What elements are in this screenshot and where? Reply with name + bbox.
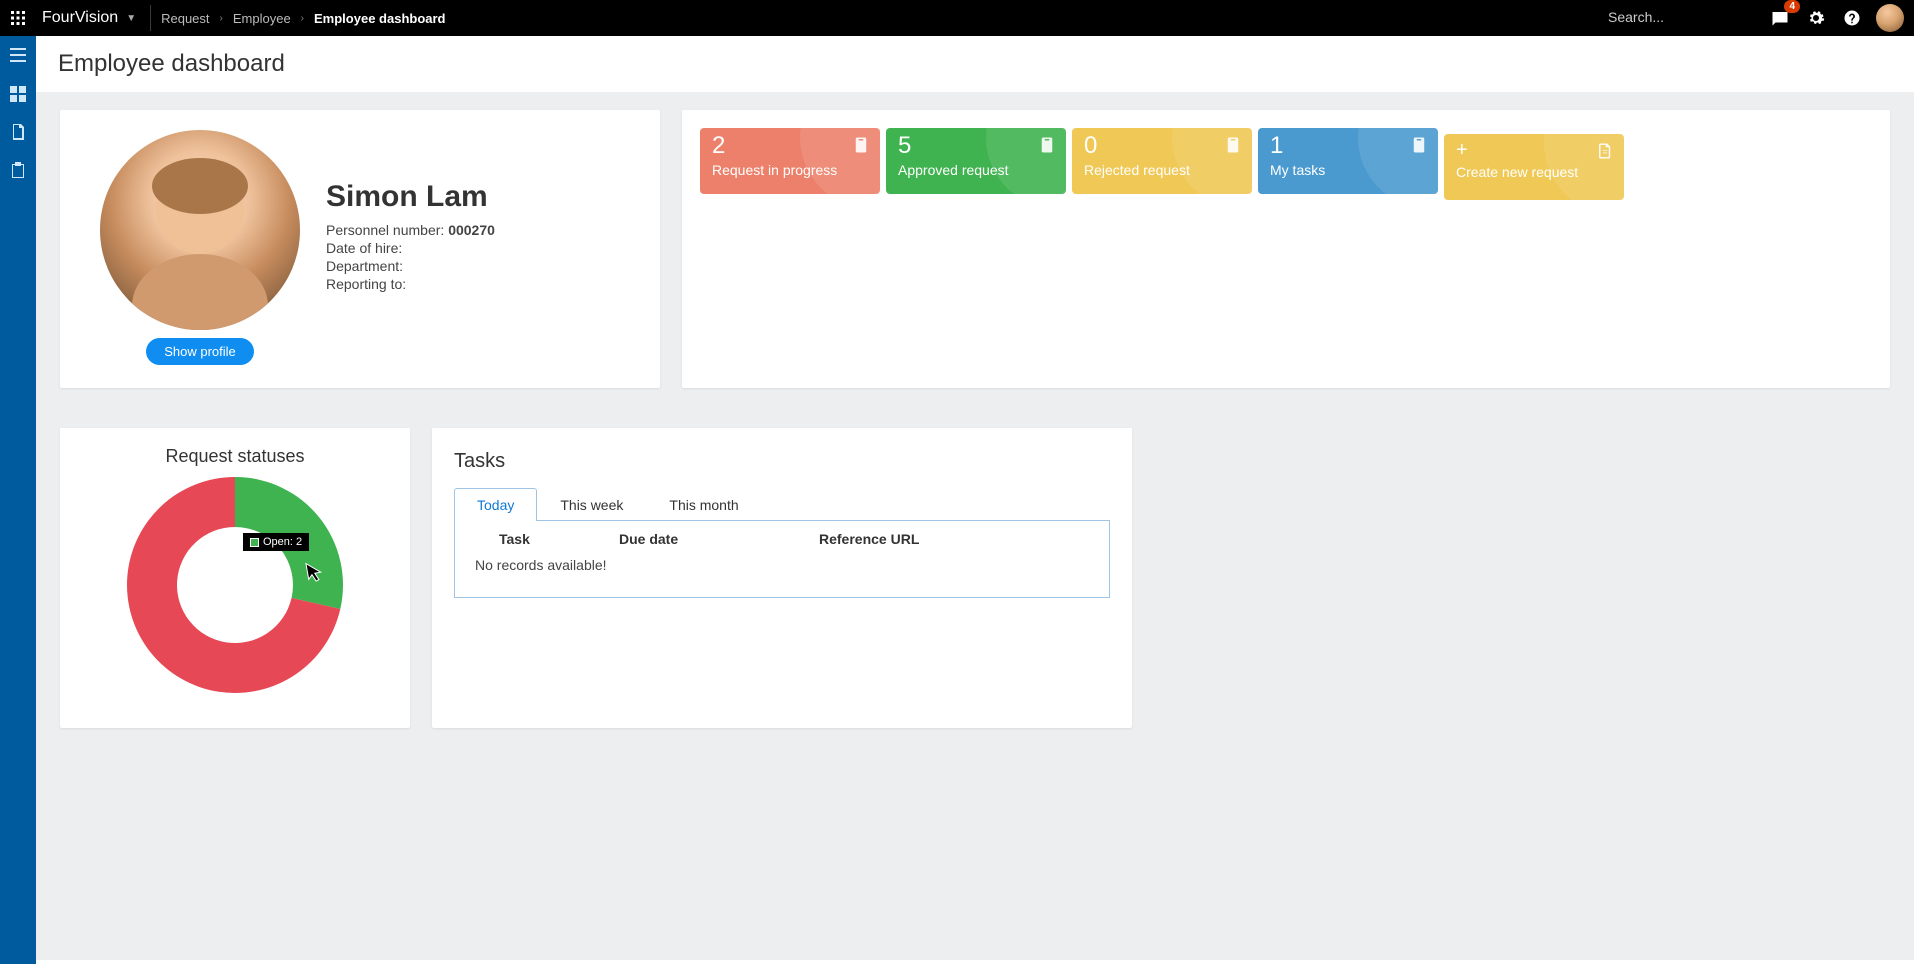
legend-color-box xyxy=(250,538,259,547)
tile-number: 0 xyxy=(1084,134,1240,158)
tab-this-month[interactable]: This month xyxy=(646,488,761,521)
tile-number: 1 xyxy=(1270,134,1426,158)
profile-card: Show profile Simon Lam Personnel number:… xyxy=(60,110,660,388)
document-icon xyxy=(1596,142,1614,160)
tasks-title: Tasks xyxy=(454,450,1110,473)
app-launcher-icon[interactable] xyxy=(0,0,36,36)
tile-label: My tasks xyxy=(1270,162,1426,178)
donut-chart[interactable]: Open: 2 xyxy=(125,475,345,695)
tile-request-in-progress[interactable]: 2 Request in progress xyxy=(700,128,880,194)
tasks-table: Task Due date Reference URL No records a… xyxy=(454,521,1110,598)
tile-rejected-request[interactable]: 0 Rejected request xyxy=(1072,128,1252,194)
clipboard-icon xyxy=(1410,136,1428,154)
reporting-to-field: Reporting to: xyxy=(326,276,495,292)
profile-photo xyxy=(100,130,300,330)
messages-icon[interactable]: 4 xyxy=(1768,6,1792,30)
chart-card: Request statuses Open: 2 xyxy=(60,428,410,728)
tile-label: Request in progress xyxy=(712,162,868,178)
breadcrumb: Request › Employee › Employee dashboard xyxy=(161,11,445,26)
tile-my-tasks[interactable]: 1 My tasks xyxy=(1258,128,1438,194)
top-bar: FourVision ▼ Request › Employee › Employ… xyxy=(0,0,1914,36)
clipboard-icon[interactable] xyxy=(8,160,28,180)
tile-label: Approved request xyxy=(898,162,1054,178)
tile-label: Create new request xyxy=(1456,164,1612,180)
side-nav xyxy=(0,36,36,964)
clipboard-icon xyxy=(1038,136,1056,154)
tab-this-week[interactable]: This week xyxy=(537,488,646,521)
search-input[interactable] xyxy=(1608,9,1758,25)
tile-number: 2 xyxy=(712,134,868,158)
search-box[interactable] xyxy=(1608,9,1758,27)
chevron-right-icon: › xyxy=(220,13,223,24)
chevron-down-icon: ▼ xyxy=(126,13,136,24)
notification-badge: 4 xyxy=(1784,0,1800,13)
tab-today[interactable]: Today xyxy=(454,488,537,521)
hamburger-icon[interactable] xyxy=(8,46,28,66)
show-profile-button[interactable]: Show profile xyxy=(146,338,254,365)
plus-icon: + xyxy=(1456,140,1612,160)
tasks-table-header: Task Due date Reference URL xyxy=(455,521,1109,553)
tile-number: 5 xyxy=(898,134,1054,158)
help-icon[interactable] xyxy=(1840,6,1864,30)
brand-label: FourVision xyxy=(42,9,118,27)
user-avatar[interactable] xyxy=(1876,4,1904,32)
personnel-number-field: Personnel number: 000270 xyxy=(326,222,495,238)
divider xyxy=(150,5,151,31)
tile-label: Rejected request xyxy=(1084,162,1240,178)
tile-create-new-request[interactable]: + Create new request xyxy=(1444,134,1624,200)
chevron-right-icon: › xyxy=(301,13,304,24)
page-title: Employee dashboard xyxy=(36,36,1914,92)
dashboard-icon[interactable] xyxy=(8,84,28,104)
chart-title: Request statuses xyxy=(76,446,394,467)
column-due-date: Due date xyxy=(619,531,819,547)
date-of-hire-field: Date of hire: xyxy=(326,240,495,256)
main-content: Employee dashboard Show profile Simon La… xyxy=(36,36,1914,964)
gear-icon[interactable] xyxy=(1804,6,1828,30)
breadcrumb-request[interactable]: Request xyxy=(161,11,209,26)
breadcrumb-employee[interactable]: Employee xyxy=(233,11,291,26)
brand-selector[interactable]: FourVision ▼ xyxy=(36,9,150,27)
department-field: Department: xyxy=(326,258,495,274)
tiles-card: 2 Request in progress 5 Approved request 0 Re… xyxy=(682,110,1890,388)
column-reference-url: Reference URL xyxy=(819,531,1089,547)
tile-approved-request[interactable]: 5 Approved request xyxy=(886,128,1066,194)
tasks-card: Tasks TodayThis weekThis month Task Due … xyxy=(432,428,1132,728)
tasks-tabs: TodayThis weekThis month xyxy=(454,487,1110,521)
chart-tooltip: Open: 2 xyxy=(243,533,309,551)
tooltip-text: Open: 2 xyxy=(263,536,302,548)
clipboard-icon xyxy=(852,136,870,154)
tasks-empty-message: No records available! xyxy=(455,553,1109,597)
clipboard-icon xyxy=(1224,136,1242,154)
profile-name: Simon Lam xyxy=(326,180,495,214)
documents-icon[interactable] xyxy=(8,122,28,142)
breadcrumb-current[interactable]: Employee dashboard xyxy=(314,11,445,26)
column-task: Task xyxy=(499,531,619,547)
